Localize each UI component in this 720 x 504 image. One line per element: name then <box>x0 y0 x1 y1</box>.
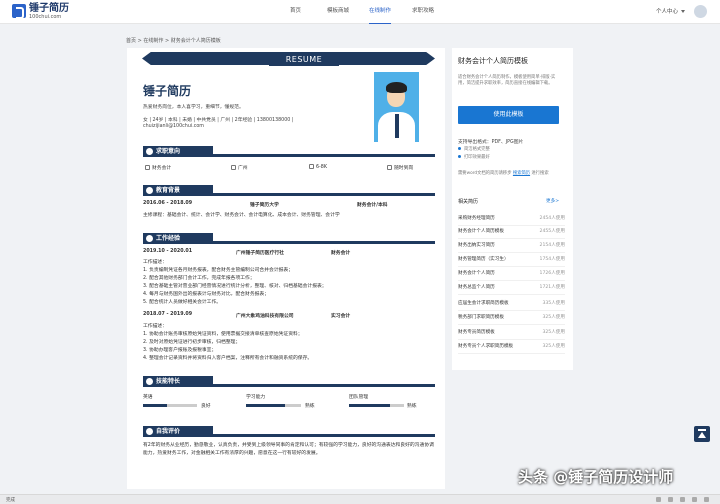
bullet-icon <box>458 147 461 150</box>
breadcrumb: 首页 > 在线制作 > 财务会计个人简历模板 <box>126 38 221 44</box>
work-1-period: 2019.10 - 2020.01 <box>143 249 193 254</box>
work-2-label: 工作描述： <box>143 324 167 329</box>
zoom-out-icon[interactable] <box>656 497 661 502</box>
browser-status-bar: 完成 <box>0 494 720 504</box>
related-item[interactable]: 财务专员简历模板 325人使用 <box>458 327 565 340</box>
graduation-cap-icon <box>146 187 153 194</box>
work-1-company: 广州锤子简历医疗行社 <box>236 251 284 256</box>
related-item[interactable]: 财务总监个人简历 1721人使用 <box>458 282 565 295</box>
skill-level-label: 熟练 <box>407 404 417 409</box>
education-school: 锤子简历大学 <box>250 203 279 208</box>
nav-job-guide[interactable]: 求职攻略 <box>412 0 434 24</box>
clock-icon <box>387 165 392 170</box>
fullscreen-icon[interactable] <box>692 497 697 502</box>
section-header-skills: 技能特长 <box>143 376 435 387</box>
skill-name: 英语 <box>143 395 153 400</box>
work-2-company: 广州大象鸡油科技有限公司 <box>236 314 294 319</box>
logo-icon <box>12 4 26 19</box>
user-center-menu[interactable]: 个人中心 <box>656 7 685 15</box>
intent-position: 财务会计 <box>145 164 171 171</box>
resume-name: 锤子简历 <box>143 84 192 98</box>
work-2-line: 4. 整理会计记录资料并将资料归入客户档案，注释所有会计和融资系统的保存。 <box>143 356 313 361</box>
back-to-top-button[interactable] <box>694 426 710 442</box>
work-1-label: 工作描述： <box>143 260 167 265</box>
settings-icon[interactable] <box>704 497 709 502</box>
template-title: 财务会计个人简历模板 <box>458 57 528 65</box>
status-text: 完成 <box>6 498 15 503</box>
site-logo[interactable]: 锤子简历 100chui.com <box>12 3 82 21</box>
section-header-evaluation: 自我评价 <box>143 426 435 437</box>
building-icon <box>231 165 236 170</box>
feature-item: 简洁格式完整 <box>458 146 490 152</box>
target-icon <box>146 148 153 155</box>
star-icon <box>146 378 153 385</box>
work-1-line: 1. 负责编制凭证各月财务报表，配合财务主管编制公司合并会计报表； <box>143 268 294 273</box>
related-title: 相关简历 <box>458 199 479 205</box>
word-hint: 需要word文档的简历请移步 搜索简历 进行搜索 <box>458 171 549 176</box>
search-resume-link[interactable]: 搜索简历 <box>513 171 530 176</box>
fit-icon[interactable] <box>668 497 673 502</box>
education-courses: 主修课程：基础会计、统计、会计学、财务会计、会计电算化、成本会计、财务管理、会计… <box>143 213 340 218</box>
education-major: 财务会计/本科 <box>357 203 388 208</box>
related-item[interactable]: 财务会计个人简历模板 2455人使用 <box>458 226 565 239</box>
nav-home[interactable]: 首页 <box>290 0 301 24</box>
briefcase-icon <box>146 235 153 242</box>
watermark: 头条 @锤子简历设计师 <box>518 468 674 486</box>
bullet-icon <box>458 155 461 158</box>
section-header-intent: 求职意向 <box>143 146 435 157</box>
work-1-line: 2. 配合其他财务部门会计工作，完成年报各项工作； <box>143 276 255 281</box>
work-2-title: 实习会计 <box>331 314 351 319</box>
work-2-line: 1. 协助会计账务审核原始凭证资料，使用票据交接清单核查原始凭证资料； <box>143 332 303 337</box>
nav-online-editor[interactable]: 在线制作 <box>369 0 392 24</box>
evaluation-text: 有2年的财务从业经历，勤恳敬业，认真负责，并受到上级领导同事的肯定和认可；有较强… <box>143 443 434 456</box>
skill-level-label: 良好 <box>201 404 211 409</box>
related-item[interactable]: 财务会计个人简历 1726人使用 <box>458 268 565 281</box>
resume-tagline: 热爱财务岗位，本人喜学习，重细节，懂规范。 <box>143 105 244 110</box>
skill-name: 团队管理 <box>349 395 369 400</box>
resume-basic-info: 女 | 24岁 | 本科 | 未婚 | 中共党员 | 广州 | 2年经验 | 1… <box>143 118 294 123</box>
intent-salary: 6-8K <box>309 164 327 170</box>
related-item[interactable]: 财务专员个人求职简历模板 325人使用 <box>458 341 565 354</box>
work-2-line: 3. 协助办理客户报账及报税事宜； <box>143 348 217 353</box>
work-1-title: 财务会计 <box>331 251 351 256</box>
chat-icon <box>146 428 153 435</box>
work-2-period: 2018.07 - 2019.09 <box>143 312 193 317</box>
related-item[interactable]: 应届生会计求职简历模板 335人使用 <box>458 298 565 311</box>
profile-photo <box>374 72 419 142</box>
section-header-education: 教育背景 <box>143 185 435 196</box>
resume-email: chuizijianli@100chui.com <box>143 124 204 129</box>
money-icon <box>309 164 314 169</box>
export-formats: 支持导出格式：PDF、JPG图片 <box>458 140 524 145</box>
intent-city: 广州 <box>231 164 248 171</box>
logo-text: 锤子简历 <box>29 3 69 14</box>
briefcase-icon <box>145 165 150 170</box>
education-period: 2016.06 - 2018.09 <box>143 201 193 206</box>
skill-bar <box>349 404 404 407</box>
related-item[interactable]: 财务出纳实习简历 2154人使用 <box>458 240 565 253</box>
more-link[interactable]: 更多> <box>546 198 559 204</box>
work-1-line: 3. 配合基础主管对营业部门经营情况进行统计分析，整理、核对、归档基础会计报表； <box>143 284 327 289</box>
feature-item: 打印效果最好 <box>458 154 490 160</box>
work-2-line: 2. 及时对原始凭证进行初步审核，归档整理； <box>143 340 241 345</box>
nav-template-store[interactable]: 模板商城 <box>327 0 349 24</box>
avatar[interactable] <box>694 5 707 18</box>
work-1-line: 5. 配合统计人员做好相关会计工作。 <box>143 300 222 305</box>
zoom-in-icon[interactable] <box>680 497 685 502</box>
intent-availability: 随时到岗 <box>387 164 413 171</box>
skill-bar <box>143 404 197 407</box>
related-item[interactable]: 税务部门求职简历模板 325人使用 <box>458 312 565 325</box>
use-template-button[interactable]: 使用此模板 <box>458 106 559 124</box>
resume-banner-title: RESUME <box>269 54 339 66</box>
related-item[interactable]: 采购财务经理简历 2454人使用 <box>458 213 565 226</box>
related-item[interactable]: 财务管理简历（实习生） 1754人使用 <box>458 254 565 267</box>
top-navigation-bar: 锤子简历 100chui.com 首页 模板商城 在线制作 求职攻略 个人中心 <box>0 0 720 24</box>
template-description: 适合财务会计个人简历制作，模板使用简单·排版·实用，简洁提升求职效率，简历直接在… <box>458 75 556 86</box>
section-header-work: 工作经验 <box>143 233 435 244</box>
skill-level-label: 熟练 <box>305 404 315 409</box>
skill-name: 学习能力 <box>246 395 266 400</box>
skill-bar <box>246 404 301 407</box>
resume-preview: RESUME 锤子简历 热爱财务岗位，本人喜学习，重细节，懂规范。 女 | 24… <box>127 48 445 489</box>
logo-url: 100chui.com <box>29 14 62 20</box>
work-1-line: 4. 每月与财务国外出的报表计与财务对比，配合财务报表； <box>143 292 270 297</box>
